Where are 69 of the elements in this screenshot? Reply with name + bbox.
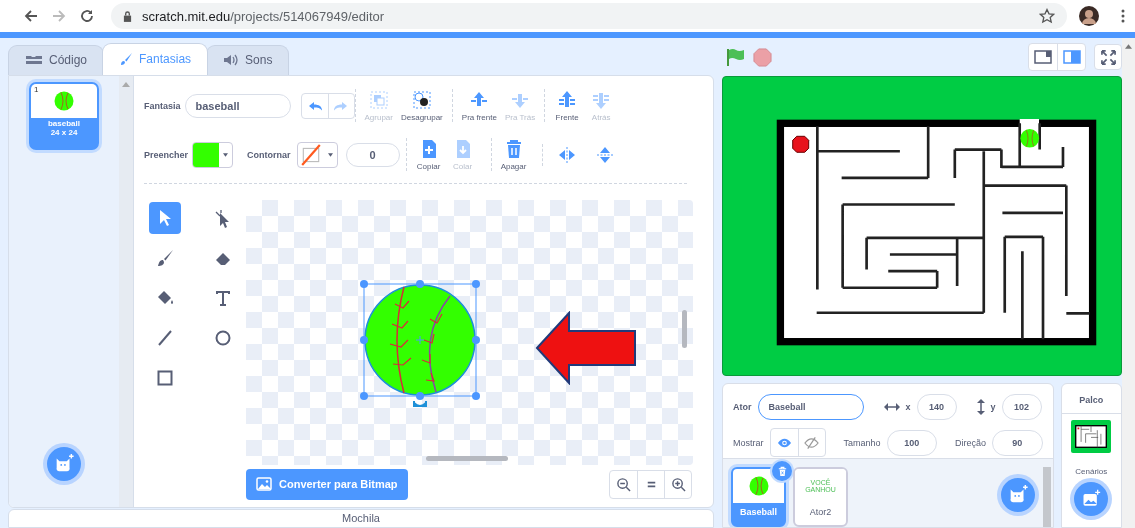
zoom-in-icon: [670, 476, 686, 492]
crossed-eye-icon: [804, 436, 819, 449]
address-bar[interactable]: scratch.mit.edu/projects/514067949/editor: [111, 3, 1067, 29]
tab[interactable]: Sons: [206, 44, 290, 75]
scrollbar[interactable]: [1122, 38, 1135, 528]
avatar-icon[interactable]: [1079, 6, 1099, 26]
blocks-icon: [25, 54, 43, 67]
ungroup-icon: [410, 89, 433, 112]
ball-icon: [54, 90, 74, 111]
backpack-bar[interactable]: Mochila: [8, 509, 714, 528]
scroll-up-icon: [1125, 44, 1132, 49]
outline-color-picker[interactable]: [296, 141, 338, 168]
stage-panel-title: Palco: [1061, 395, 1121, 414]
stop-icon[interactable]: [753, 47, 772, 67]
scrollbar[interactable]: [426, 455, 508, 461]
vertical-arrows-icon: [976, 399, 985, 415]
scrollbar[interactable]: [119, 75, 134, 507]
scrollbar[interactable]: [1042, 467, 1051, 527]
costume-label: Fantasia: [144, 100, 181, 111]
lock-icon: [123, 10, 132, 22]
delete-sprite-button[interactable]: [772, 461, 792, 481]
scroll-up-icon: [122, 81, 130, 87]
ungroup-button[interactable]: Desagrupar: [397, 89, 447, 123]
star-icon[interactable]: [1039, 8, 1055, 24]
forward-button[interactable]: Pra frente: [457, 89, 501, 123]
horizontal-arrows-icon: [883, 403, 900, 411]
sprite-name: Ator2: [809, 507, 832, 517]
stage[interactable]: [722, 76, 1122, 376]
small-stage-icon: [1034, 50, 1052, 64]
costume-name: baseball: [48, 118, 80, 128]
flag-icon[interactable]: [725, 47, 745, 67]
sprite-label: Ator: [733, 402, 752, 412]
normal-stage-icon: [1062, 50, 1081, 64]
show-label: Mostrar: [733, 437, 764, 448]
front-button[interactable]: Frente: [550, 89, 585, 123]
image-icon: [1081, 489, 1102, 509]
select-tool[interactable]: [149, 201, 181, 234]
speaker-icon: [223, 53, 240, 68]
image-icon: [256, 477, 272, 492]
delete-button[interactable]: Apagar: [496, 138, 531, 172]
tab[interactable]: Código: [8, 44, 105, 75]
costume-tile[interactable]: 1 baseball 24 x 24: [29, 81, 99, 150]
redo-icon: [333, 99, 349, 112]
x-label: x: [905, 402, 911, 412]
outline-label: Contornar: [247, 149, 291, 160]
stage-thumbnail[interactable]: [1071, 420, 1112, 453]
backdrops-label: Cenários: [1075, 467, 1108, 476]
caret-icon: [223, 152, 229, 157]
ball-icon: [748, 476, 769, 496]
baseball-drawing[interactable]: [364, 283, 476, 396]
fullscreen-icon: [1100, 49, 1116, 65]
scrollbar[interactable]: [682, 309, 687, 348]
maze-icon: [1073, 423, 1110, 450]
trash-icon: [776, 465, 788, 477]
eye-icon: [776, 436, 792, 449]
menu-icon[interactable]: [1121, 9, 1125, 23]
copy-button[interactable]: Copiar: [411, 138, 446, 172]
fill-label: Preencher: [144, 149, 189, 160]
fullscreen-button[interactable]: [1094, 44, 1122, 70]
y-label: y: [990, 402, 996, 412]
group-icon: [367, 89, 390, 112]
sprite-name: Baseball: [740, 507, 777, 517]
costume-number: 1: [34, 84, 39, 94]
costume-size: 24 x 24: [50, 127, 78, 137]
zoom-out-icon: [616, 476, 631, 492]
caret-icon: [327, 152, 333, 157]
direction-label: Direção: [955, 437, 987, 448]
size-label: Tamanho: [843, 437, 881, 448]
fill-color-picker[interactable]: [192, 141, 234, 168]
